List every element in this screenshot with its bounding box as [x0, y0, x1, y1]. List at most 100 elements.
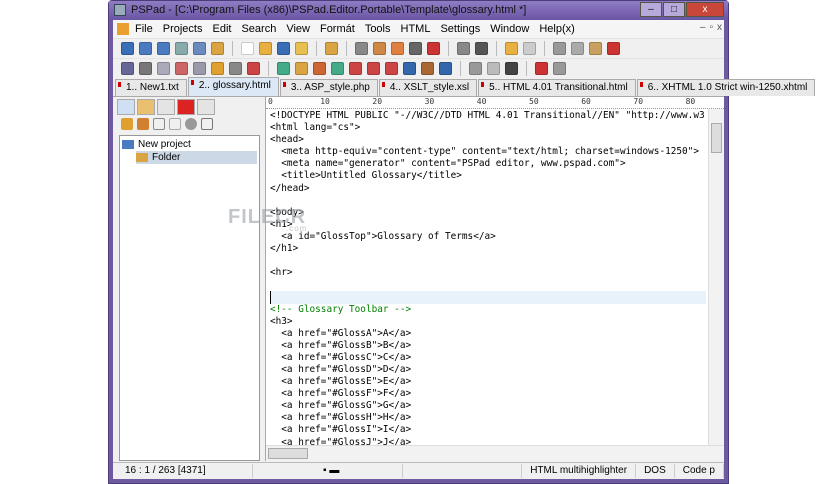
- toolbar-button-icon[interactable]: [157, 42, 170, 55]
- toolbar-button-icon[interactable]: [505, 62, 518, 75]
- toolbar-button-icon[interactable]: [505, 42, 518, 55]
- folder-icon: [136, 153, 148, 162]
- toolbar-button-icon[interactable]: [193, 62, 206, 75]
- windows-tab-icon[interactable]: [197, 99, 215, 115]
- toolbar-button-icon[interactable]: [325, 42, 338, 55]
- toolbar-button-icon[interactable]: [535, 62, 548, 75]
- toolbar-button-icon[interactable]: [553, 62, 566, 75]
- menu-html[interactable]: HTML: [401, 23, 431, 35]
- toolbar-button-icon[interactable]: [241, 42, 254, 55]
- redo-icon[interactable]: [169, 118, 181, 130]
- settings-icon[interactable]: [201, 118, 213, 130]
- toolbar-button-icon[interactable]: [469, 62, 482, 75]
- close-button[interactable]: x: [686, 2, 724, 17]
- toolbar-separator: [496, 41, 497, 56]
- toolbar-button-icon[interactable]: [607, 42, 620, 55]
- toolbar-button-icon[interactable]: [367, 62, 380, 75]
- toolbar-button-icon[interactable]: [295, 62, 308, 75]
- tree-folder[interactable]: Folder: [136, 151, 257, 164]
- ruler-tick-label: 20: [372, 97, 383, 106]
- toolbar-button-icon[interactable]: [313, 62, 326, 75]
- tree-project[interactable]: New project: [122, 138, 257, 151]
- toolbar-button-icon[interactable]: [439, 62, 452, 75]
- ftp-tab-icon[interactable]: [157, 99, 175, 115]
- watermark: FILECR .com: [228, 206, 308, 233]
- minimize-button[interactable]: –: [640, 2, 662, 17]
- toolbar-button-icon[interactable]: [121, 42, 134, 55]
- vertical-scrollbar[interactable]: [708, 109, 724, 445]
- toolbar-button-icon[interactable]: [409, 42, 422, 55]
- code-line: [270, 291, 706, 304]
- mdi-controls: – ▫ x: [700, 22, 722, 33]
- menu-view[interactable]: View: [286, 23, 310, 35]
- mdi-minimize[interactable]: –: [700, 22, 706, 33]
- toolbar-button-icon[interactable]: [295, 42, 308, 55]
- toolbar-button-icon[interactable]: [589, 42, 602, 55]
- toolbar-button-icon[interactable]: [349, 62, 362, 75]
- files-tab-icon[interactable]: [137, 99, 155, 115]
- menu-edit[interactable]: Edit: [212, 23, 231, 35]
- code-area[interactable]: <!DOCTYPE HTML PUBLIC "-//W3C//DTD HTML …: [270, 110, 706, 445]
- menu-helpx[interactable]: Help(x): [539, 23, 574, 35]
- code-line: <!-- Glossary Toolbar -->: [270, 303, 412, 315]
- toolbar-separator: [232, 41, 233, 56]
- toolbar-button-icon[interactable]: [553, 42, 566, 55]
- menu-window[interactable]: Window: [490, 23, 529, 35]
- toolbar-button-icon[interactable]: [355, 42, 368, 55]
- toolbar-button-icon[interactable]: [211, 62, 224, 75]
- toolbar-button-icon[interactable]: [175, 42, 188, 55]
- toolbar-button-icon[interactable]: [331, 62, 344, 75]
- remove-folder-icon[interactable]: [137, 118, 149, 130]
- toolbar-button-icon[interactable]: [193, 42, 206, 55]
- toolbar-button-icon[interactable]: [475, 42, 488, 55]
- toolbar-button-icon[interactable]: [139, 62, 152, 75]
- toolbar-button-icon[interactable]: [421, 62, 434, 75]
- toolbar-button-icon[interactable]: [391, 42, 404, 55]
- menu-projects[interactable]: Projects: [163, 23, 203, 35]
- tab-document[interactable]: 2.. glossary.html: [187, 77, 279, 96]
- ruler-tick-label: 40: [476, 97, 487, 106]
- mdi-close[interactable]: x: [717, 22, 722, 33]
- undo-icon[interactable]: [153, 118, 165, 130]
- add-folder-icon[interactable]: [121, 118, 133, 130]
- toolbar-button-icon[interactable]: [385, 62, 398, 75]
- toolbar-button-icon[interactable]: [121, 62, 134, 75]
- toolbar-button-icon[interactable]: [277, 42, 290, 55]
- toolbar-button-icon[interactable]: [247, 62, 260, 75]
- toolbar-button-icon[interactable]: [175, 62, 188, 75]
- mdi-restore[interactable]: ▫: [709, 22, 713, 33]
- favorites-tab-icon[interactable]: [177, 99, 195, 115]
- menu-tools[interactable]: Tools: [365, 23, 391, 35]
- highlighter[interactable]: HTML multihighlighter: [522, 464, 637, 478]
- menu-settings[interactable]: Settings: [440, 23, 480, 35]
- tab-document[interactable]: 4.. XSLT_style.xsl: [378, 79, 478, 96]
- menu-search[interactable]: Search: [241, 23, 276, 35]
- toolbar-button-icon[interactable]: [403, 62, 416, 75]
- tab-document[interactable]: 1.. New1.txt: [115, 79, 187, 96]
- tab-document[interactable]: 5.. HTML 4.01 Transitional.html: [478, 79, 636, 96]
- maximize-button[interactable]: □: [663, 2, 685, 17]
- toolbar-button-icon[interactable]: [157, 62, 170, 75]
- toolbar-button-icon[interactable]: [457, 42, 470, 55]
- line-ending[interactable]: DOS: [636, 464, 675, 478]
- info-icon[interactable]: [185, 118, 197, 130]
- code-editor[interactable]: 0 10 20 30 40 50 60 70 80 <!DOCTYPE HTML PUBLIC …: [265, 97, 724, 461]
- tab-document[interactable]: 3.. ASP_style.php: [279, 79, 378, 96]
- menu-formt[interactable]: Formát: [320, 23, 355, 35]
- toolbar-button-icon[interactable]: [373, 42, 386, 55]
- toolbar-button-icon[interactable]: [487, 62, 500, 75]
- toolbar-button-icon[interactable]: [523, 42, 536, 55]
- toolbar-button-icon[interactable]: [427, 42, 440, 55]
- toolbar-button-icon[interactable]: [139, 42, 152, 55]
- toolbar-button-icon[interactable]: [211, 42, 224, 55]
- code-line: <title>Untitled Glossary</title>: [270, 170, 462, 182]
- toolbar-button-icon[interactable]: [571, 42, 584, 55]
- horizontal-scrollbar[interactable]: [266, 445, 724, 461]
- toolbar-button-icon[interactable]: [259, 42, 272, 55]
- projects-tab-icon[interactable]: [117, 99, 135, 115]
- menu-file[interactable]: File: [135, 23, 153, 35]
- toolbar-button-icon[interactable]: [277, 62, 290, 75]
- tab-document[interactable]: 6.. XHTML 1.0 Strict win-1250.xhtml: [636, 79, 816, 96]
- toolbar-button-icon[interactable]: [229, 62, 242, 75]
- code-page[interactable]: Code p: [675, 464, 724, 478]
